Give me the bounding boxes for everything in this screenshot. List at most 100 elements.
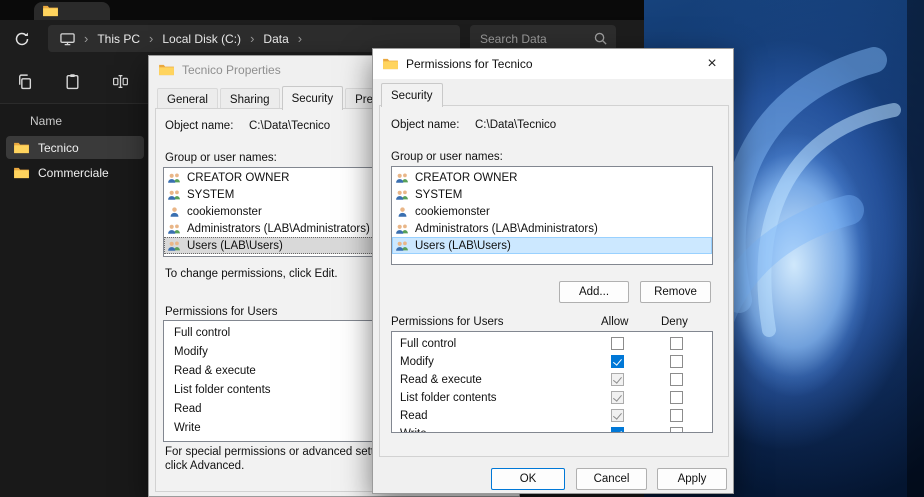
permissions-table: Full control Modify Read & execute List …	[391, 331, 713, 433]
permission-label: Read & execute	[392, 374, 482, 386]
dialog-title: Tecnico Properties	[182, 63, 281, 77]
rename-icon	[112, 73, 129, 90]
group-list-label: Group or user names:	[165, 152, 277, 164]
permission-row-write: Write	[392, 425, 712, 433]
group-list-item[interactable]: Administrators (LAB\Administrators)	[392, 220, 712, 237]
folder-icon	[159, 64, 174, 76]
users-group-icon	[167, 240, 182, 252]
single-user-icon	[167, 206, 182, 218]
permissions-dialog: Permissions for Tecnico × Security Objec…	[372, 48, 734, 494]
breadcrumb-data[interactable]: Data	[263, 32, 288, 46]
file-row-tecnico[interactable]: Tecnico	[6, 136, 144, 159]
users-group-icon	[395, 240, 410, 252]
users-group-icon	[167, 223, 182, 235]
permission-row-read: Read	[392, 407, 712, 425]
close-button[interactable]: ×	[692, 50, 732, 78]
group-name: SYSTEM	[187, 189, 234, 201]
cancel-button[interactable]: Cancel	[576, 468, 647, 490]
tab-general[interactable]: General	[157, 88, 218, 110]
paste-button[interactable]	[54, 65, 90, 97]
group-list-label: Group or user names:	[391, 151, 503, 163]
breadcrumb-this-pc[interactable]: This PC	[97, 32, 140, 46]
breadcrumb-separator: ›	[298, 31, 302, 46]
deny-column-header: Deny	[661, 316, 688, 328]
explorer-tab[interactable]	[34, 2, 110, 20]
edit-hint: To change permissions, click Edit.	[165, 268, 338, 280]
advanced-hint-line1: For special permissions or advanced sett…	[165, 446, 389, 458]
this-pc-icon	[60, 32, 75, 46]
group-name: Users (LAB\Users)	[415, 240, 511, 252]
group-list-item[interactable]: cookiemonster	[392, 203, 712, 220]
search-icon	[593, 31, 608, 46]
group-name: Administrators (LAB\Administrators)	[415, 223, 598, 235]
screen-right-edge	[907, 0, 924, 497]
object-name-value: C:\Data\Tecnico	[249, 120, 330, 132]
users-group-icon	[395, 189, 410, 201]
allow-checkbox-modify[interactable]	[611, 355, 624, 368]
allow-checkbox-write[interactable]	[611, 427, 624, 433]
apply-button[interactable]: Apply	[657, 468, 727, 490]
add-button[interactable]: Add...	[559, 281, 629, 303]
copy-button[interactable]	[6, 65, 42, 97]
single-user-icon	[395, 206, 410, 218]
rename-button[interactable]	[102, 65, 138, 97]
folder-icon	[383, 58, 398, 70]
group-list-item[interactable]: Users (LAB\Users)	[392, 237, 712, 254]
permissions-label: Permissions for Users	[165, 306, 277, 318]
deny-checkbox-list-folder-contents[interactable]	[670, 391, 683, 404]
breadcrumb-local-disk-c[interactable]: Local Disk (C:)	[162, 32, 241, 46]
tab-security[interactable]: Security	[381, 83, 443, 107]
refresh-button[interactable]	[10, 27, 34, 51]
group-name: Administrators (LAB\Administrators)	[187, 223, 370, 235]
group-name: CREATOR OWNER	[415, 172, 517, 184]
breadcrumb-separator: ›	[84, 31, 88, 46]
users-group-icon	[167, 189, 182, 201]
permission-row-full-control: Full control	[392, 335, 712, 353]
tab-sharing[interactable]: Sharing	[220, 88, 280, 110]
paste-icon	[64, 73, 81, 90]
group-list: CREATOR OWNER SYSTEM cookiemonster Admin…	[391, 166, 713, 265]
refresh-icon	[14, 31, 30, 47]
permission-label: Full control	[392, 338, 456, 350]
permission-label: List folder contents	[392, 392, 497, 404]
group-name: CREATOR OWNER	[187, 172, 289, 184]
permission-label: Write	[392, 428, 427, 433]
permission-row-modify: Modify	[392, 353, 712, 371]
deny-checkbox-modify[interactable]	[670, 355, 683, 368]
deny-checkbox-read[interactable]	[670, 409, 683, 422]
folder-icon	[43, 5, 58, 17]
allow-column-header: Allow	[601, 316, 628, 328]
breadcrumb-separator: ›	[250, 31, 254, 46]
copy-icon	[16, 73, 33, 90]
object-name-value: C:\Data\Tecnico	[475, 119, 556, 131]
file-row-commerciale[interactable]: Commerciale	[6, 161, 144, 184]
breadcrumb-separator: ›	[149, 31, 153, 46]
permission-row-list-folder-contents: List folder contents	[392, 389, 712, 407]
file-name: Tecnico	[38, 141, 79, 155]
permissions-dialog-titlebar: Permissions for Tecnico	[373, 49, 733, 79]
group-list-item[interactable]: CREATOR OWNER	[392, 169, 712, 186]
permissions-tabs: Security	[381, 83, 445, 107]
advanced-hint-line2: click Advanced.	[165, 460, 244, 472]
remove-button[interactable]: Remove	[640, 281, 711, 303]
group-name: SYSTEM	[415, 189, 462, 201]
deny-checkbox-write[interactable]	[670, 427, 683, 433]
close-icon: ×	[707, 55, 716, 73]
group-list-item[interactable]: SYSTEM	[392, 186, 712, 203]
users-group-icon	[395, 172, 410, 184]
deny-checkbox-full-control[interactable]	[670, 337, 683, 350]
tab-security[interactable]: Security	[282, 86, 344, 110]
allow-checkbox-read	[611, 409, 624, 422]
column-header-name[interactable]: Name	[30, 114, 62, 128]
ok-button[interactable]: OK	[491, 468, 565, 490]
allow-checkbox-read-execute	[611, 373, 624, 386]
allow-checkbox-full-control[interactable]	[611, 337, 624, 350]
deny-checkbox-read-execute[interactable]	[670, 373, 683, 386]
permission-row-read-execute: Read & execute	[392, 371, 712, 389]
group-name: cookiemonster	[415, 206, 490, 218]
search-input[interactable]	[480, 32, 593, 46]
allow-checkbox-list-folder-contents	[611, 391, 624, 404]
object-name-label: Object name:	[391, 119, 459, 131]
group-name: Users (LAB\Users)	[187, 240, 283, 252]
group-name: cookiemonster	[187, 206, 262, 218]
